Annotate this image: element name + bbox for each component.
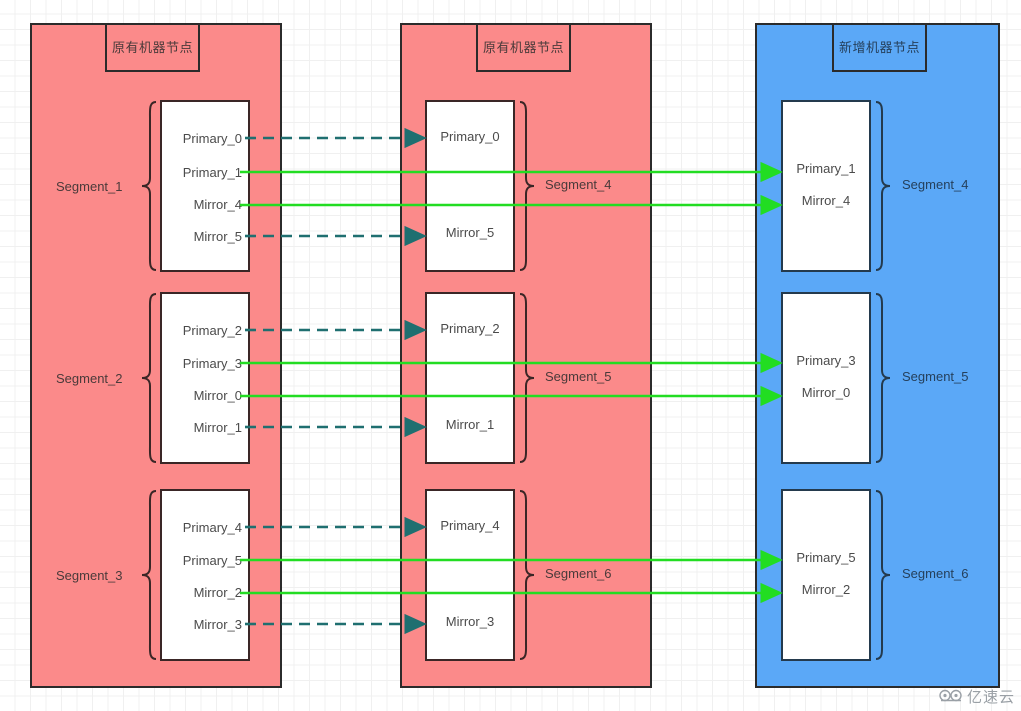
entry-label-mirror-2-col1: Mirror_2 — [193, 585, 242, 600]
watermark-text: 亿速云 — [966, 688, 1015, 706]
entry-label-mirror-1-col1: Mirror_1 — [193, 420, 242, 435]
entry-label-mirror-3-col1: Mirror_3 — [193, 617, 242, 632]
watermark: 亿速云 — [939, 686, 1015, 707]
segment-name-3: Segment_3 — [56, 568, 123, 583]
entry-label-primary-5-col3: Primary_5 — [796, 550, 856, 565]
segment-box-3 — [160, 489, 250, 661]
segment-box-2 — [160, 292, 250, 464]
entry-label-primary-3-col3: Primary_3 — [796, 353, 856, 368]
entry-label-mirror-1-col2: Mirror_1 — [445, 417, 495, 432]
segment-name-5-middle: Segment_5 — [545, 369, 612, 384]
segment-name-2: Segment_2 — [56, 371, 123, 386]
segment-name-4-new: Segment_4 — [902, 177, 969, 192]
segment-name-5-new: Segment_5 — [902, 369, 969, 384]
column-header-new: 新增机器节点 — [832, 23, 927, 72]
segment-name-1: Segment_1 — [56, 179, 123, 194]
entry-label-mirror-3-col2: Mirror_3 — [445, 614, 495, 629]
segment-box-6-new — [781, 489, 871, 661]
entry-label-primary-2-col2: Primary_2 — [440, 321, 500, 336]
entry-label-primary-4-col2: Primary_4 — [440, 518, 500, 533]
brace-segment-5-middle — [518, 292, 536, 464]
entry-label-mirror-4-col1: Mirror_4 — [193, 197, 242, 212]
brace-segment-3 — [140, 489, 158, 661]
segment-box-5-new — [781, 292, 871, 464]
entry-label-mirror-4-col3: Mirror_4 — [801, 193, 851, 208]
entry-label-primary-1-col1: Primary_1 — [182, 165, 242, 180]
brace-segment-6-new — [874, 489, 892, 661]
brace-segment-2 — [140, 292, 158, 464]
cloud-icon — [939, 687, 963, 706]
segment-box-1 — [160, 100, 250, 272]
brace-segment-6-middle — [518, 489, 536, 661]
entry-label-primary-0-col2: Primary_0 — [440, 129, 500, 144]
brace-segment-4-new — [874, 100, 892, 272]
entry-label-mirror-0-col1: Mirror_0 — [193, 388, 242, 403]
entry-label-primary-3-col1: Primary_3 — [182, 356, 242, 371]
segment-box-5-middle — [425, 292, 515, 464]
brace-segment-4-middle — [518, 100, 536, 272]
entry-label-mirror-5-col1: Mirror_5 — [193, 229, 242, 244]
entry-label-mirror-5-col2: Mirror_5 — [445, 225, 495, 240]
brace-segment-5-new — [874, 292, 892, 464]
brace-segment-1 — [140, 100, 158, 272]
entry-label-primary-5-col1: Primary_5 — [182, 553, 242, 568]
entry-label-primary-1-col3: Primary_1 — [796, 161, 856, 176]
segment-name-4-middle: Segment_4 — [545, 177, 612, 192]
segment-box-4-new — [781, 100, 871, 272]
diagram-canvas: 原有机器节点 Primary_0 Primary_1 Mirror_4 Mirr… — [0, 0, 1021, 711]
entry-label-mirror-2-col3: Mirror_2 — [801, 582, 851, 597]
segment-box-4-middle — [425, 100, 515, 272]
entry-label-primary-0-col1: Primary_0 — [182, 131, 242, 146]
entry-label-primary-2-col1: Primary_2 — [182, 323, 242, 338]
segment-name-6-new: Segment_6 — [902, 566, 969, 581]
entry-label-mirror-0-col3: Mirror_0 — [801, 385, 851, 400]
column-header-existing-1: 原有机器节点 — [105, 23, 200, 72]
column-header-existing-2: 原有机器节点 — [476, 23, 571, 72]
segment-box-6-middle — [425, 489, 515, 661]
segment-name-6-middle: Segment_6 — [545, 566, 612, 581]
entry-label-primary-4-col1: Primary_4 — [182, 520, 242, 535]
